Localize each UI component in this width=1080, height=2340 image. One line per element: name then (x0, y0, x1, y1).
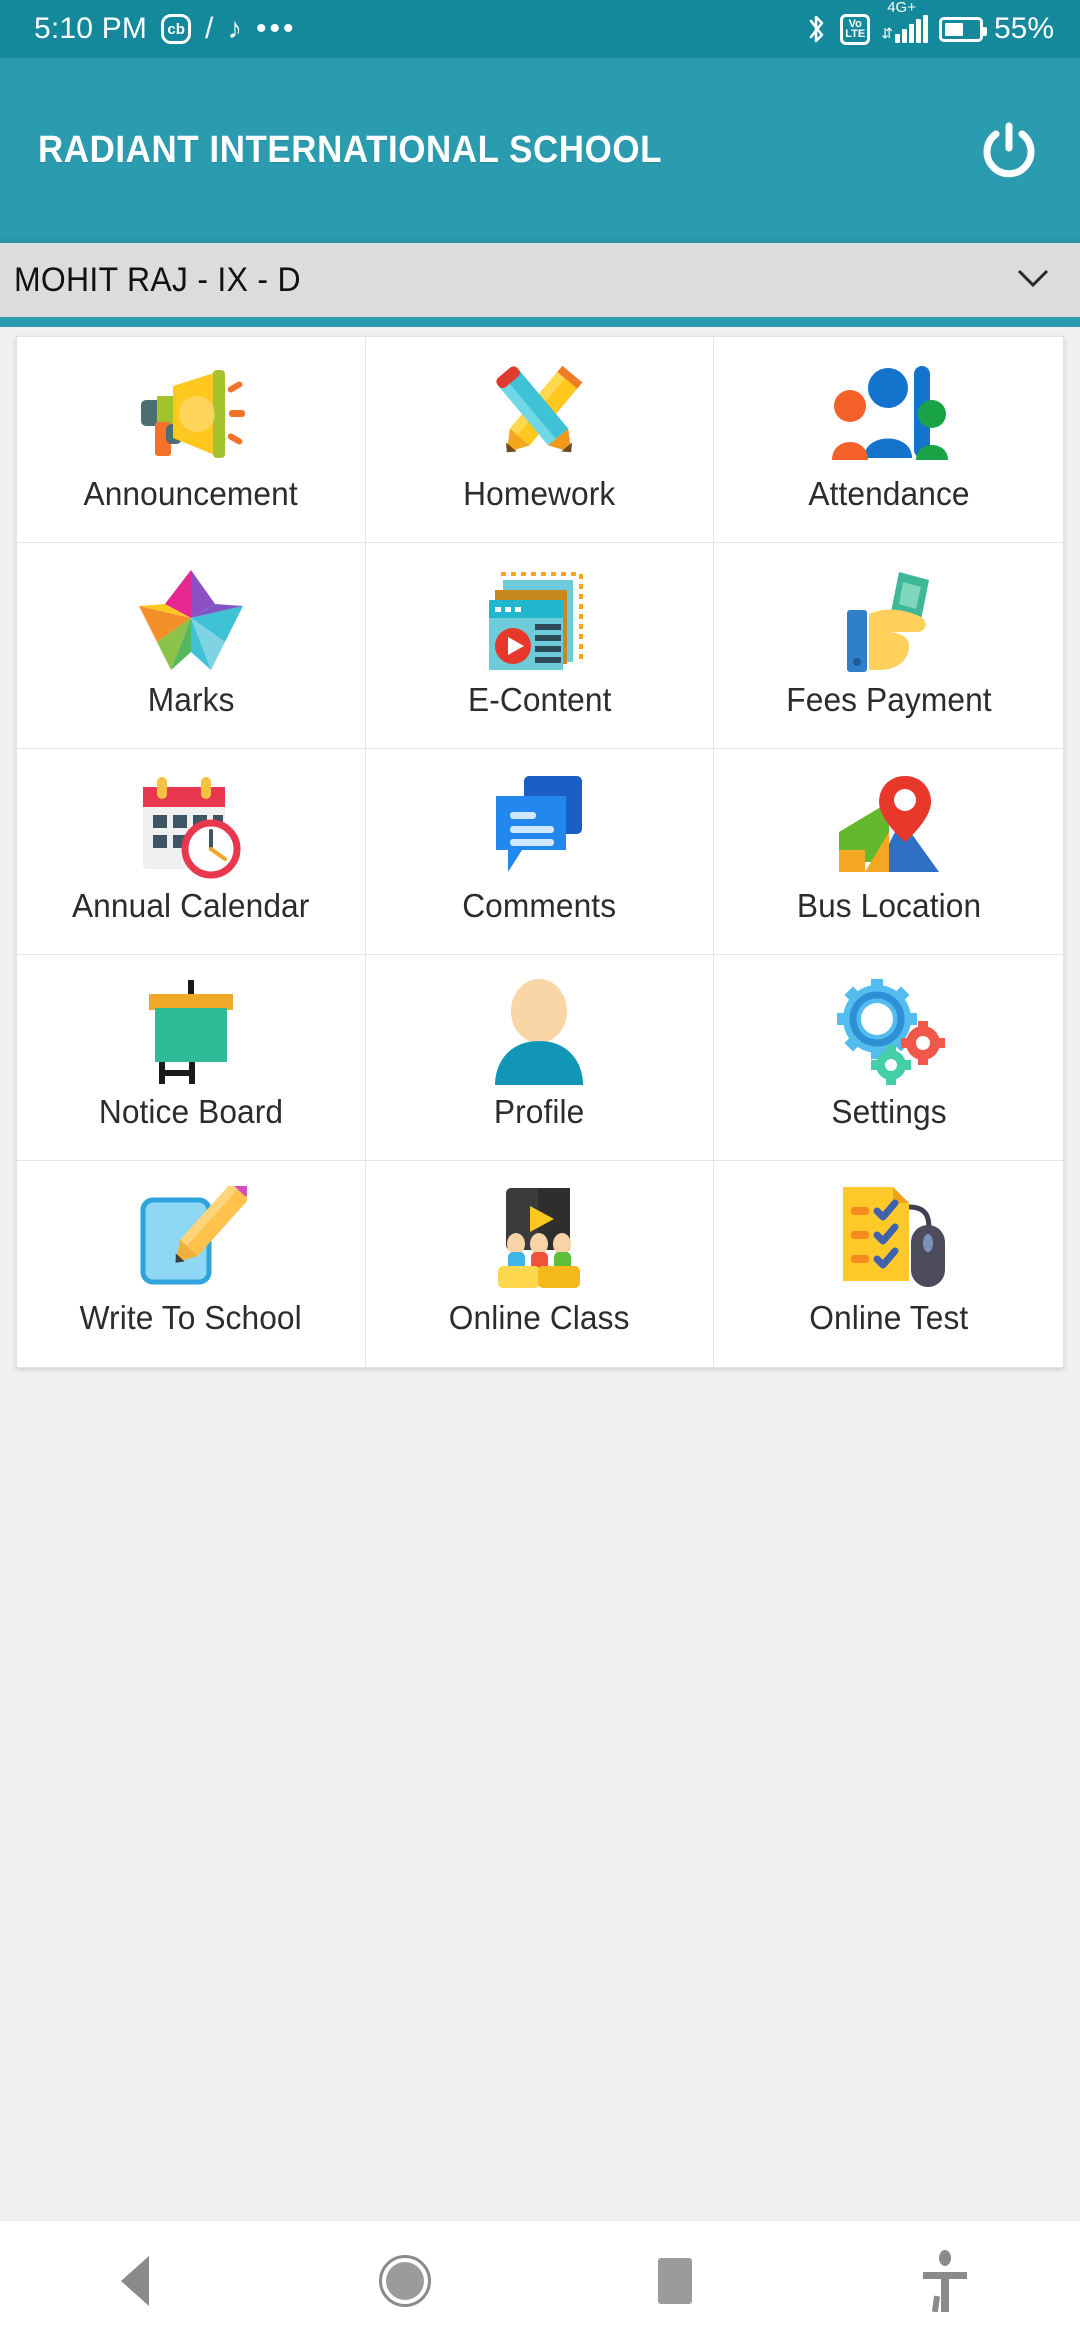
chevron-down-icon[interactable] (1016, 267, 1050, 294)
menu-tile-label: Notice Board (98, 1093, 283, 1130)
multicolor-star-icon (135, 561, 247, 679)
student-selector-value: MOHIT RAJ - IX - D (14, 260, 301, 299)
menu-tile-label: Profile (494, 1093, 585, 1130)
board-easel-icon (137, 973, 245, 1091)
crossed-pencils-icon (484, 355, 594, 473)
status-bar-right: Vo LTE 4G+ ⇵ 55% (805, 0, 1054, 46)
menu-tile-label: Marks (147, 681, 235, 718)
recents-square-icon[interactable] (540, 2221, 810, 2340)
menu-tile-bus-location[interactable]: Bus Location (714, 749, 1063, 955)
map-pin-icon (831, 767, 947, 885)
chat-bubbles-icon (484, 767, 594, 885)
battery-icon (938, 16, 987, 42)
status-bar-left: 5:10 PM cb \ ♪ ••• (34, 12, 296, 46)
menu-tile-label: Fees Payment (785, 681, 992, 718)
media-document-play-icon (481, 561, 597, 679)
megaphone-icon (133, 355, 249, 473)
menu-tile-online-test[interactable]: Online Test (714, 1161, 1063, 1367)
app-bar: RADIANT INTERNATIONAL SCHOOL (0, 58, 1080, 243)
status-bar: 5:10 PM cb \ ♪ ••• Vo LTE 4G+ ⇵ 55% (0, 0, 1080, 58)
menu-tile-label: Settings (831, 1093, 947, 1130)
menu-tile-annual-calendar[interactable]: Annual Calendar (17, 749, 366, 955)
back-triangle-icon[interactable] (0, 2221, 270, 2340)
menu-tile-label: Annual Calendar (72, 887, 310, 924)
volte-icon: Vo LTE (840, 13, 871, 45)
signal-icon: 4G+ ⇵ (881, 0, 928, 43)
menu-tile-online-class[interactable]: Online Class (365, 1161, 715, 1367)
menu-tile-homework[interactable]: Homework (365, 337, 715, 543)
person-avatar-icon (487, 973, 591, 1091)
page-title: RADIANT INTERNATIONAL SCHOOL (38, 129, 663, 171)
menu-grid-wrapper: Announcement Homework Attendance Marks E… (0, 327, 1080, 1368)
power-icon[interactable] (974, 116, 1044, 186)
cb-badge-icon: cb (161, 14, 192, 44)
network-type-label: 4G+ (887, 0, 916, 16)
calendar-clock-icon (135, 767, 247, 885)
menu-tile-marks[interactable]: Marks (17, 543, 366, 749)
student-selector[interactable]: MOHIT RAJ - IX - D (0, 243, 1080, 317)
classroom-screen-icon (484, 1179, 594, 1297)
accessibility-person-icon[interactable] (810, 2221, 1080, 2340)
menu-tile-econtent[interactable]: E-Content (365, 543, 715, 749)
menu-tile-label: Write To School (79, 1299, 302, 1336)
music-note-icon: ♪ (227, 12, 242, 45)
menu-tile-profile[interactable]: Profile (365, 955, 715, 1161)
app-screen: 5:10 PM cb \ ♪ ••• Vo LTE 4G+ ⇵ 55% RADI… (0, 0, 1080, 2340)
menu-tile-label: Online Class (449, 1299, 630, 1336)
hand-money-card-icon (833, 561, 945, 679)
menu-tile-label: Attendance (808, 475, 970, 512)
menu-tile-label: Online Test (809, 1299, 969, 1336)
menu-tile-label: E-Content (467, 681, 612, 718)
menu-tile-label: Comments (462, 887, 617, 924)
home-circle-icon[interactable] (270, 2221, 540, 2340)
menu-tile-fees-payment[interactable]: Fees Payment (714, 543, 1063, 749)
bluetooth-icon (805, 13, 829, 45)
menu-tile-notice-board[interactable]: Notice Board (17, 955, 366, 1161)
menu-tile-settings[interactable]: Settings (714, 955, 1063, 1161)
menu-tile-label: Bus Location (796, 887, 981, 924)
note-pencil-icon (135, 1179, 247, 1297)
backslash-icon: \ (205, 12, 214, 45)
status-bar-clock: 5:10 PM (34, 12, 148, 45)
battery-percent-label: 55% (993, 12, 1054, 45)
menu-grid: Announcement Homework Attendance Marks E… (16, 336, 1064, 1368)
people-group-icon (830, 355, 948, 473)
menu-tile-attendance[interactable]: Attendance (714, 337, 1063, 543)
selector-divider (0, 317, 1080, 327)
menu-tile-label: Homework (463, 475, 616, 512)
menu-tile-comments[interactable]: Comments (365, 749, 715, 955)
menu-tile-write-to-school[interactable]: Write To School (17, 1161, 366, 1367)
more-dots-icon: ••• (255, 12, 297, 45)
gears-icon (833, 973, 945, 1091)
system-nav-bar (0, 2220, 1080, 2340)
menu-tile-announcement[interactable]: Announcement (17, 337, 366, 543)
menu-tile-label: Announcement (83, 475, 298, 512)
checklist-mouse-icon (833, 1179, 945, 1297)
